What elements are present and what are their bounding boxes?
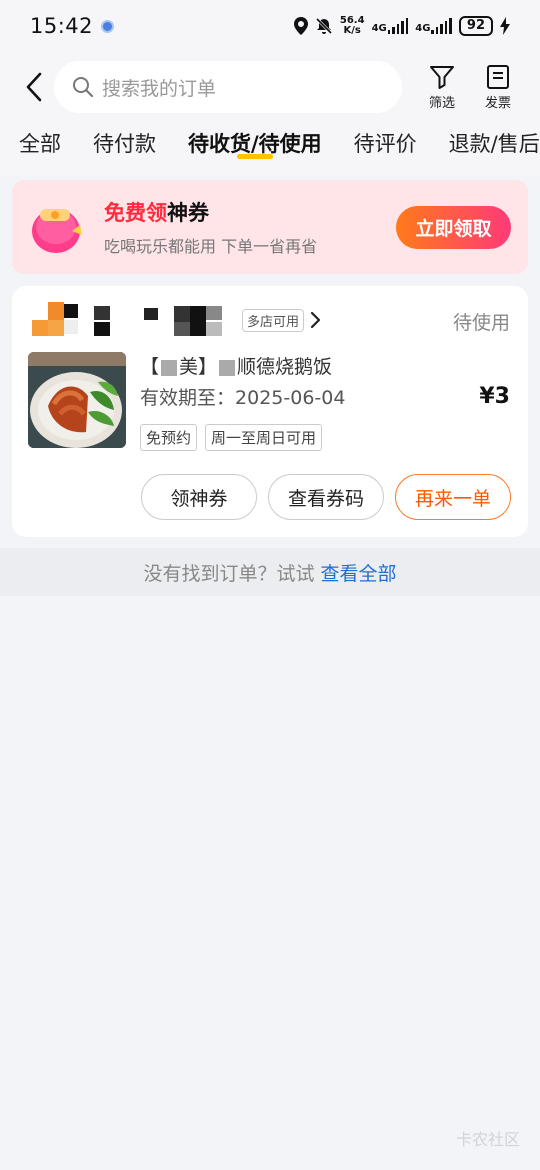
multi-store-badge: 多店可用 — [242, 308, 305, 332]
get-coupon-button[interactable]: 领神券 — [141, 474, 257, 520]
tab-refund[interactable]: 退款/售后 — [449, 118, 540, 176]
no-order-hint: 没有找到订单？试试 查看全部 — [0, 548, 540, 596]
location-icon — [293, 17, 308, 35]
order-card[interactable]: 多店可用 待使用 【美】 顺德烧鹅饭 有效期至：2025-06-04 ¥3 免预约… — [12, 286, 528, 537]
validity-date: 有效期至：2025-06-04 — [140, 387, 346, 409]
status-bar: 15:42 56.4 K/s 4G 4G 92 — [0, 0, 540, 52]
tag-available-days: 周一至周日可用 — [205, 424, 323, 451]
promo-subtitle: 吃喝玩乐都能用 下单一省再省 — [104, 237, 318, 256]
filter-icon — [430, 65, 454, 89]
product-image[interactable] — [28, 352, 126, 448]
chevron-left-icon — [26, 72, 42, 102]
hint-text: 没有找到订单？试试 — [143, 562, 315, 585]
bell-muted-icon — [315, 17, 332, 35]
invoice-label: 发票 — [484, 95, 511, 111]
product-tags: 免预约 周一至周日可用 — [140, 424, 323, 451]
active-tab-indicator — [236, 154, 273, 159]
search-input[interactable]: 搜索我的订单 — [54, 61, 402, 113]
order-status: 待使用 — [452, 312, 510, 334]
filter-label: 筛选 — [428, 95, 455, 111]
invoice-button[interactable]: 发票 — [480, 64, 516, 111]
invoice-icon — [487, 64, 509, 89]
watermark: 卡农社区 — [455, 1130, 520, 1149]
tab-pending-receipt[interactable]: 待收货/待使用 — [188, 118, 322, 176]
view-voucher-code-button[interactable]: 查看券码 — [268, 474, 384, 520]
order-actions: 领神券 查看券码 再来一单 — [141, 474, 511, 520]
battery-indicator: 92 — [458, 16, 493, 36]
order-tabs: 全部 待付款 待收货/待使用 待评价 退款/售后 — [0, 118, 540, 176]
tag-no-reservation: 免预约 — [140, 424, 198, 451]
order-price: ¥3 — [479, 384, 510, 409]
search-icon — [73, 77, 94, 98]
network-speed: 56.4 K/s — [339, 15, 365, 36]
promo-title: 免费领神券 — [104, 201, 209, 225]
app-notification-icon — [101, 19, 115, 33]
chevron-right-icon — [310, 311, 321, 329]
tab-pending-review[interactable]: 待评价 — [354, 118, 417, 176]
red-envelope-icon — [28, 197, 88, 257]
back-button[interactable] — [18, 67, 50, 107]
tab-all[interactable]: 全部 — [19, 118, 61, 176]
shop-name-redacted — [32, 302, 242, 338]
top-area: 15:42 56.4 K/s 4G 4G 92 搜索我的订单 筛选 发票 全部 … — [0, 0, 540, 176]
clock: 15:42 — [30, 14, 94, 38]
claim-coupon-button[interactable]: 立即领取 — [396, 206, 511, 249]
charging-icon — [500, 17, 510, 35]
filter-button[interactable]: 筛选 — [424, 64, 460, 111]
reorder-button[interactable]: 再来一单 — [395, 474, 511, 520]
search-placeholder: 搜索我的订单 — [102, 77, 217, 100]
coupon-promo-banner[interactable]: 免费领神券 吃喝玩乐都能用 下单一省再省 立即领取 — [12, 180, 528, 274]
product-name[interactable]: 【美】 顺德烧鹅饭 — [140, 352, 332, 379]
shop-name-row[interactable]: 多店可用 — [32, 302, 322, 338]
signal-1: 4G — [372, 18, 409, 34]
signal-2: 4G — [415, 18, 452, 34]
view-all-link[interactable]: 查看全部 — [321, 559, 397, 586]
header: 搜索我的订单 筛选 发票 — [0, 56, 540, 118]
tab-pending-payment[interactable]: 待付款 — [93, 118, 156, 176]
